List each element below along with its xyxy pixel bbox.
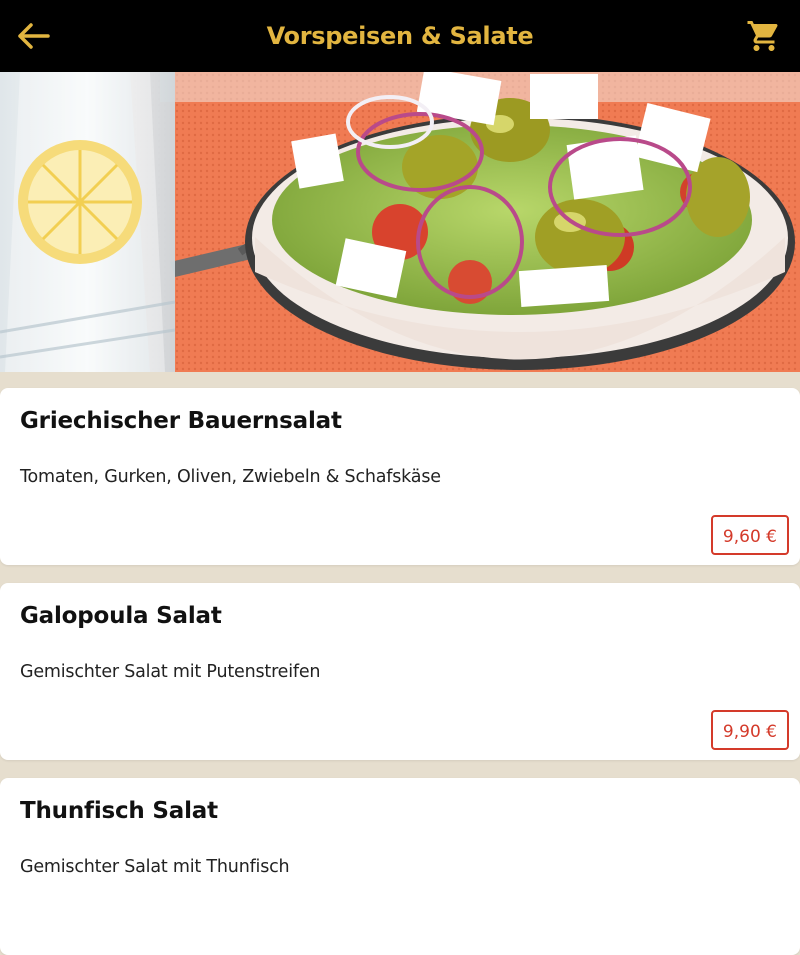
menu-item-description: Tomaten, Gurken, Oliven, Zwiebeln & Scha… <box>20 467 441 487</box>
menu-item-description: Gemischter Salat mit Putenstreifen <box>20 662 321 682</box>
app-bar: Vorspeisen & Salate <box>0 0 800 72</box>
page-title: Vorspeisen & Salate <box>266 22 534 50</box>
back-button[interactable] <box>14 18 54 54</box>
menu-item-description: Gemischter Salat mit Thunfisch <box>20 857 290 877</box>
menu-item-name: Galopoula Salat <box>20 603 222 629</box>
greek-salad-photo <box>0 72 800 372</box>
menu-item-name: Griechischer Bauernsalat <box>20 408 342 434</box>
shopping-cart-icon <box>747 21 778 51</box>
arrow-left-icon <box>18 23 50 49</box>
menu-item-card[interactable]: Galopoula Salat Gemischter Salat mit Put… <box>0 583 800 760</box>
menu-item-price[interactable]: 9,90 € <box>710 710 789 750</box>
menu-item-card[interactable]: Griechischer Bauernsalat Tomaten, Gurken… <box>0 388 800 565</box>
menu-item-card[interactable]: Thunfisch Salat Gemischter Salat mit Thu… <box>0 778 800 955</box>
menu-item-price[interactable]: 9,60 € <box>710 515 789 555</box>
menu-item-name: Thunfisch Salat <box>20 798 218 824</box>
cart-button[interactable] <box>746 18 782 54</box>
hero-image <box>0 72 800 372</box>
